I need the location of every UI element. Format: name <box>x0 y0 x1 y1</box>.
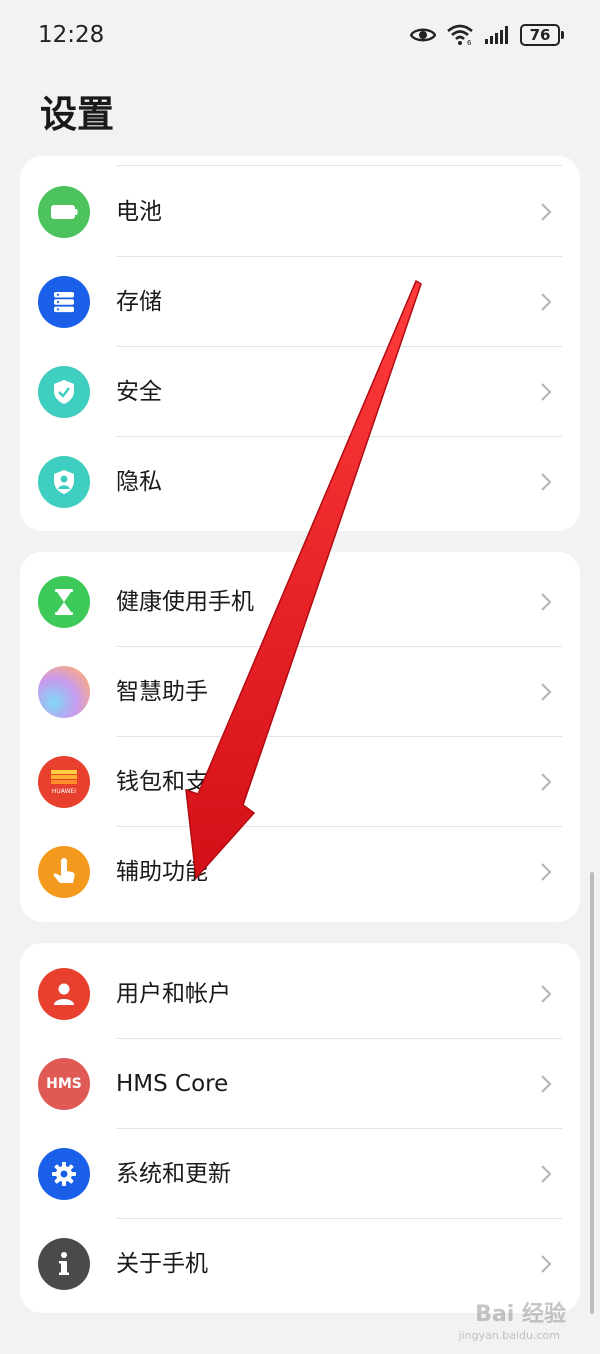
chevron-right-icon <box>541 773 552 791</box>
chevron-right-icon <box>541 1075 552 1093</box>
chevron-right-icon <box>541 985 552 1003</box>
chevron-right-icon <box>541 683 552 701</box>
settings-item-wallet[interactable]: HUAWEI 钱包和支付 <box>20 737 580 827</box>
chevron-right-icon <box>541 1255 552 1273</box>
chevron-right-icon <box>541 473 552 491</box>
page-title: 设置 <box>40 93 114 136</box>
settings-item-security[interactable]: 安全 <box>20 347 580 437</box>
settings-item-accessibility[interactable]: 辅助功能 <box>20 827 580 917</box>
watermark-url: jingyan.baidu.com <box>458 1329 560 1342</box>
settings-item-storage[interactable]: 存储 <box>20 257 580 347</box>
gear-icon <box>38 1148 90 1200</box>
settings-item-hms-core[interactable]: HMS HMS Core <box>20 1039 580 1129</box>
settings-group-3: 用户和帐户 HMS HMS Core 系统和更新 关于手机 <box>20 943 580 1313</box>
scrollbar[interactable] <box>590 872 594 1314</box>
privacy-shield-icon <box>38 456 90 508</box>
info-icon <box>38 1238 90 1290</box>
chevron-right-icon <box>541 383 552 401</box>
settings-item-label: 安全 <box>116 379 162 405</box>
settings-item-label: 关于手机 <box>116 1251 208 1277</box>
status-bar: 12:28 6 76 <box>0 0 600 76</box>
assistant-orb-icon <box>38 666 90 718</box>
settings-item-users-accounts[interactable]: 用户和帐户 <box>20 949 580 1039</box>
wallet-icon: HUAWEI <box>38 756 90 808</box>
settings-item-label: 存储 <box>116 289 162 315</box>
chevron-right-icon <box>541 863 552 881</box>
settings-group-1: 电池 存储 安全 隐私 <box>20 156 580 531</box>
settings-item-digital-balance[interactable]: 健康使用手机 <box>20 557 580 647</box>
hms-icon: HMS <box>38 1058 90 1110</box>
storage-icon <box>38 276 90 328</box>
settings-item-label: 辅助功能 <box>116 859 208 885</box>
settings-item-label: 智慧助手 <box>116 679 208 705</box>
chevron-right-icon <box>541 593 552 611</box>
wallet-icon-text: HUAWEI <box>52 788 76 795</box>
settings-item-label: 隐私 <box>116 469 162 495</box>
watermark-logo: Bai 经验 <box>475 1302 566 1327</box>
divider <box>116 165 562 166</box>
eye-icon <box>410 28 436 42</box>
settings-item-label: 钱包和支付 <box>116 769 231 795</box>
settings-group-2: 健康使用手机 智慧助手 HUAWEI 钱包和支付 辅助功能 <box>20 552 580 922</box>
settings-item-label: 健康使用手机 <box>116 589 254 615</box>
settings-item-privacy[interactable]: 隐私 <box>20 437 580 527</box>
signal-icon <box>485 26 508 44</box>
chevron-right-icon <box>541 203 552 221</box>
settings-item-smart-assistant[interactable]: 智慧助手 <box>20 647 580 737</box>
hourglass-icon <box>38 576 90 628</box>
settings-item-label: 电池 <box>116 199 162 225</box>
hms-icon-text: HMS <box>46 1076 82 1092</box>
chevron-right-icon <box>541 293 552 311</box>
settings-item-label: HMS Core <box>116 1071 229 1097</box>
wifi-icon: 6 <box>447 24 473 46</box>
touch-hand-icon <box>38 846 90 898</box>
chevron-right-icon <box>541 1165 552 1183</box>
shield-check-icon <box>38 366 90 418</box>
status-time: 12:28 <box>38 22 105 48</box>
user-icon <box>38 968 90 1020</box>
settings-item-label: 系统和更新 <box>116 1161 231 1187</box>
settings-item-system-update[interactable]: 系统和更新 <box>20 1129 580 1219</box>
settings-item-label: 用户和帐户 <box>116 981 231 1007</box>
status-icons: 6 76 <box>410 24 564 46</box>
battery-icon <box>38 186 90 238</box>
settings-item-battery[interactable]: 电池 <box>20 167 580 257</box>
battery-icon: 76 <box>520 24 564 46</box>
svg-text:6: 6 <box>467 39 472 46</box>
